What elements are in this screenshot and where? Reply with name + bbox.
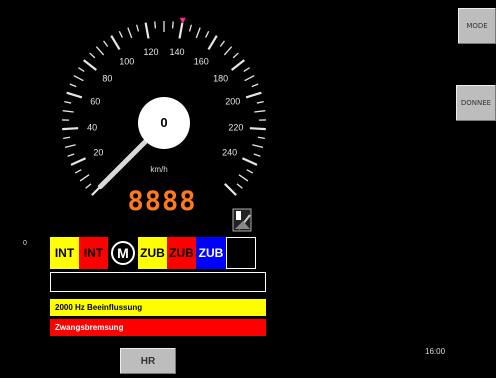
speed-tick <box>231 59 245 71</box>
speed-tick <box>243 67 251 72</box>
speed-tick <box>249 127 266 131</box>
message-bar-empty <box>50 272 266 292</box>
cab-signal-icon <box>231 207 253 233</box>
speedometer: 20 40 60 80 100 120 140 160 180 200 220 240 0 km/h <box>62 17 266 196</box>
digital-display: 8888 <box>127 186 197 217</box>
indicator-m: M <box>108 237 138 269</box>
left-marker: 0 <box>23 240 27 247</box>
speed-tick <box>83 59 97 71</box>
speed-scale-label: 40 <box>87 122 97 132</box>
speed-tick <box>246 169 254 174</box>
speed-tick <box>207 35 218 50</box>
speed-tick <box>171 21 174 29</box>
speed-scale-label: 140 <box>169 47 184 57</box>
speed-scale-label: 220 <box>228 122 243 132</box>
hr-button[interactable]: HR <box>120 348 176 374</box>
speed-tick <box>70 157 87 166</box>
speed-scale-label: 160 <box>194 56 209 66</box>
speed-tick <box>154 21 157 29</box>
speed-tick <box>223 46 233 56</box>
speed-scale-label: 180 <box>213 74 228 84</box>
speed-scale-label: 200 <box>225 97 240 107</box>
speed-scale-label: 120 <box>144 47 159 57</box>
speed-tick <box>118 31 123 38</box>
indicator-zub-yellow: ZUB <box>138 237 167 269</box>
speed-tick <box>66 91 83 99</box>
speed-tick <box>195 27 201 39</box>
speed-tick <box>178 22 184 39</box>
speed-tick <box>188 24 193 32</box>
speed-unit-label: km/h <box>150 165 167 174</box>
speed-tick <box>95 46 105 56</box>
speed-scale-label: 100 <box>119 56 134 66</box>
svg-text:M: M <box>117 245 129 261</box>
indicator-empty <box>226 237 256 269</box>
speed-tick <box>62 127 79 131</box>
speed-tick <box>77 67 85 72</box>
message-zwangsbremsung: Zwangsbremsung <box>50 319 266 336</box>
speed-tick <box>64 100 72 104</box>
speed-tick <box>245 91 262 99</box>
speed-tick <box>236 183 243 189</box>
speed-tick <box>110 35 121 50</box>
indicator-int-red: INT <box>79 237 108 269</box>
speed-tick <box>254 110 266 113</box>
speed-tick <box>219 40 225 47</box>
speed-tick <box>256 100 264 104</box>
speed-tick <box>74 169 82 174</box>
speed-tick <box>79 174 90 182</box>
indicator-int-yellow: INT <box>50 237 79 269</box>
speed-tick <box>63 136 71 139</box>
speed-tick <box>257 136 265 139</box>
speed-tick <box>127 27 133 39</box>
speed-tick <box>135 24 140 32</box>
speed-tick <box>241 157 258 166</box>
speed-tick <box>62 110 74 113</box>
message-2000hz: 2000 Hz Beeinflussung <box>50 299 266 316</box>
speed-tick <box>244 75 255 82</box>
speed-scale-label: 80 <box>102 74 112 84</box>
indicator-zub-blue: ZUB <box>196 237 226 269</box>
speed-scale-label: 240 <box>222 148 237 158</box>
target-speed-marker <box>179 17 186 24</box>
indicator-row: INT INT M ZUB ZUB ZUB <box>50 237 256 269</box>
clock-time: 16:00 <box>425 347 446 356</box>
speed-tick <box>69 83 77 88</box>
speed-tick <box>252 144 264 149</box>
speed-tick <box>205 31 210 38</box>
speed-tick <box>73 75 84 82</box>
speed-tick <box>144 22 150 39</box>
speed-tick <box>238 174 249 182</box>
speed-tick <box>85 183 92 189</box>
speed-scale-label: 60 <box>90 97 100 107</box>
speed-tick <box>89 52 96 59</box>
center-speed-value: 0 <box>160 115 167 130</box>
speed-tick <box>251 83 259 88</box>
indicator-zub-red: ZUB <box>167 237 196 269</box>
speed-tick <box>67 153 75 157</box>
m-circle-icon: M <box>111 241 135 265</box>
speed-tick <box>64 144 76 149</box>
speed-tick <box>253 153 261 157</box>
speed-tick <box>232 52 239 59</box>
speed-tick <box>224 183 237 196</box>
speed-tick <box>103 40 109 47</box>
speed-scale-label: 20 <box>93 148 103 158</box>
